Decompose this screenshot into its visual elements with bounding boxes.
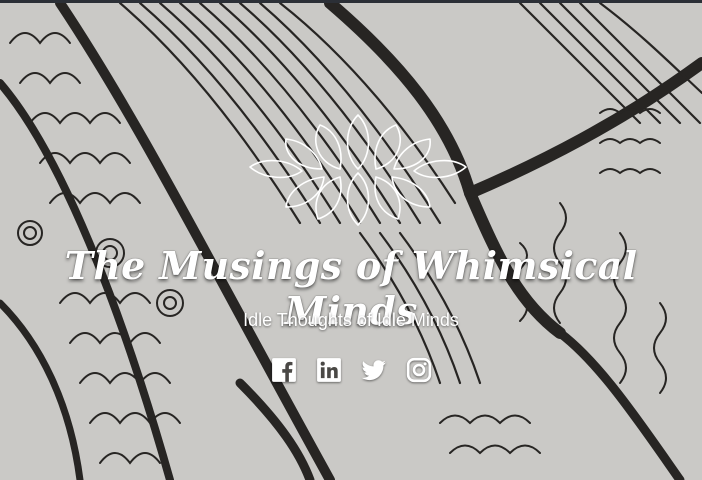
leaf-cluster-icon (249, 114, 467, 226)
instagram-icon (406, 357, 431, 383)
facebook-icon (271, 358, 296, 382)
linkedin-icon (316, 358, 341, 382)
instagram-link[interactable] (406, 357, 432, 383)
social-links (0, 357, 702, 383)
site-tagline: Idle Thoughts of Idle Minds (243, 310, 459, 330)
twitter-link[interactable] (361, 357, 387, 383)
linkedin-link[interactable] (316, 357, 342, 383)
facebook-link[interactable] (271, 357, 297, 383)
header-hero: The Musings of Whimsical Minds Idle Thou… (0, 3, 702, 480)
header-background-image (0, 3, 702, 480)
twitter-icon (361, 360, 386, 381)
